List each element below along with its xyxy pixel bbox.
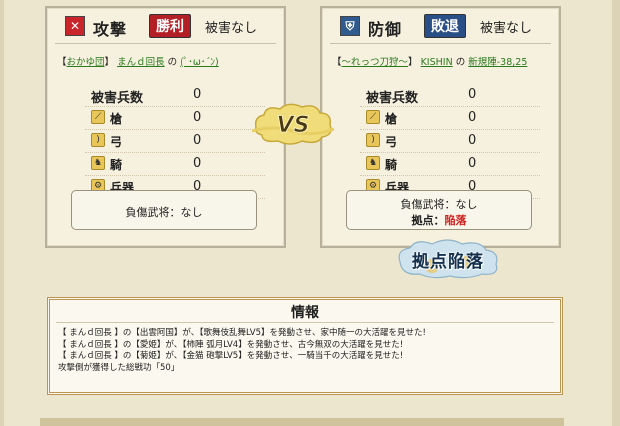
total-casualties-value: 0 (193, 87, 202, 102)
horse-value: 0 (193, 156, 202, 171)
bow-label: 弓 (110, 135, 123, 149)
bow-value: 0 (468, 133, 477, 148)
defeat-badge: 敗退 (424, 14, 466, 38)
vs-cloud-icon: VS (251, 103, 335, 145)
attack-card-link[interactable]: (ﾟ･ω･´ﾝ) (180, 57, 219, 68)
attack-header: ✕ 攻撃 勝利 被害なし (55, 14, 276, 40)
vs-badge: VS (251, 101, 335, 147)
attack-participants: 【おかゆ団】 まんｄ回長 の (ﾟ･ω･´ﾝ) (57, 54, 219, 68)
total-casualties-row: 被害兵数 0 (360, 84, 540, 107)
attack-casualty-table: 被害兵数 0 ⟋ 槍 0 ) 弓 0 ♞ 騎 0 ⚙ 兵器 0 (85, 84, 265, 199)
spear-row: ⟋ 槍 0 (85, 107, 265, 130)
spear-label: 槍 (385, 112, 398, 126)
bow-row: ) 弓 0 (360, 130, 540, 153)
horse-row: ♞ 騎 0 (360, 153, 540, 176)
base-fallen-text: 陥落 (444, 214, 467, 227)
base-status: 拠点：陥落 (347, 212, 531, 228)
horse-value: 0 (468, 156, 477, 171)
defense-casualty-table: 被害兵数 0 ⟋ 槍 0 ) 弓 0 ♞ 騎 0 ⚙ 兵器 0 (360, 84, 540, 199)
base-status-label: 拠点： (411, 214, 445, 227)
injured-generals-text: 負傷武将：なし (125, 206, 203, 219)
base-captured-title: 拠点陥落 (412, 252, 484, 272)
battle-report-panel: 情報 【 まんｄ回長 】の【出雲阿国】が、【歌舞伎乱舞LV5】を発動させ、家中随… (47, 297, 563, 395)
divider (56, 322, 554, 323)
attack-clan-link[interactable]: おかゆ団 (67, 57, 105, 68)
right-frame (612, 0, 620, 426)
bottom-border (40, 418, 564, 426)
crossed-swords-icon: ✕ (65, 16, 85, 36)
attack-player-link[interactable]: まんｄ回長 (117, 57, 165, 68)
capture-banner: 拠点陥落 (392, 236, 504, 280)
defense-base-link[interactable]: 新規陣-38,25 (468, 57, 527, 68)
bracket-open: 【 (57, 57, 67, 68)
particle-text: の (164, 57, 181, 68)
bow-icon: ) (91, 133, 105, 147)
horse-icon: ♞ (366, 156, 380, 170)
bow-value: 0 (193, 133, 202, 148)
horse-label: 騎 (385, 158, 398, 172)
defense-participants: 【〜れっつ刀狩〜】 KISHIN の 新規陣-38,25 (332, 54, 527, 68)
defense-damage-summary: 被害なし (480, 21, 533, 36)
defense-role-label: 防御 (368, 20, 403, 39)
spear-icon: ⟋ (91, 110, 105, 124)
divider (330, 43, 551, 44)
defense-panel: ⛨ 防御 敗退 被害なし 【〜れっつ刀狩〜】 KISHIN の 新規陣-38,2… (320, 6, 561, 248)
report-line: 【 まんｄ回長 】の【愛姫】が、【柿陣 弧月LV4】を発動させ、古今無双の大活躍… (58, 339, 404, 350)
injured-generals-text: 負傷武将：なし (400, 198, 478, 211)
spear-value: 0 (193, 110, 202, 125)
defense-clan-link[interactable]: 〜れっつ刀狩〜 (342, 57, 409, 68)
bow-icon: ) (366, 133, 380, 147)
defense-injury-box: 負傷武将：なし 拠点：陥落 (346, 190, 532, 230)
total-casualties-label: 被害兵数 (91, 91, 144, 106)
shield-icon: ⛨ (340, 16, 360, 36)
attack-damage-summary: 被害なし (205, 21, 258, 36)
particle-text: の (452, 57, 469, 68)
divider (55, 43, 276, 44)
attack-injury-box: 負傷武将：なし (71, 190, 257, 230)
spear-label: 槍 (110, 112, 123, 126)
horse-icon: ♞ (91, 156, 105, 170)
bow-label: 弓 (385, 135, 398, 149)
vs-text: VS (277, 113, 310, 138)
bow-row: ) 弓 0 (85, 130, 265, 153)
spear-value: 0 (468, 110, 477, 125)
report-line: 【 まんｄ回長 】の【出雲阿国】が、【歌舞伎乱舞LV5】を発動させ、家中随一の大… (58, 328, 426, 338)
bracket-close: 】 (104, 57, 115, 68)
spear-icon: ⟋ (366, 110, 380, 124)
victory-badge: 勝利 (149, 14, 191, 38)
bracket-close: 】 (408, 57, 418, 68)
report-line: 攻撃側が獲得した総戦功「50」 (58, 362, 180, 373)
defense-header: ⛨ 防御 敗退 被害なし (330, 14, 551, 40)
bracket-open: 【 (332, 57, 342, 68)
attack-role-label: 攻撃 (93, 20, 128, 39)
horse-label: 騎 (110, 158, 123, 172)
report-lines: 【 まんｄ回長 】の【出雲阿国】が、【歌舞伎乱舞LV5】を発動させ、家中随一の大… (58, 328, 426, 374)
report-line: 【 まんｄ回長 】の【菊姫】が、【金猫 砲撃LV5】を発動させ、一騎当千の大活躍… (58, 351, 404, 361)
horse-row: ♞ 騎 0 (85, 153, 265, 176)
defense-player-link[interactable]: KISHIN (421, 57, 453, 68)
report-title: 情報 (291, 305, 319, 321)
total-casualties-row: 被害兵数 0 (85, 84, 265, 107)
total-casualties-label: 被害兵数 (366, 91, 419, 106)
total-casualties-value: 0 (468, 87, 477, 102)
attack-panel: ✕ 攻撃 勝利 被害なし 【おかゆ団】 まんｄ回長 の (ﾟ･ω･´ﾝ) 被害兵… (45, 6, 286, 248)
left-frame (0, 0, 4, 426)
spear-row: ⟋ 槍 0 (360, 107, 540, 130)
